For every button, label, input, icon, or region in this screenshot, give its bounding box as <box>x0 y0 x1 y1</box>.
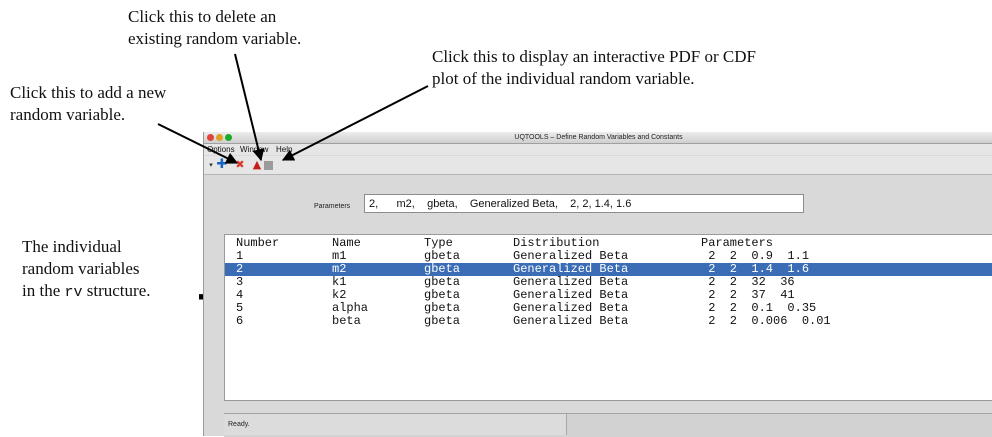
arrow-to-delete-icon <box>234 53 265 162</box>
arrow-to-add-icon <box>157 123 239 164</box>
annotation-arrows <box>157 53 429 164</box>
arrow-to-plot-icon <box>281 85 429 161</box>
